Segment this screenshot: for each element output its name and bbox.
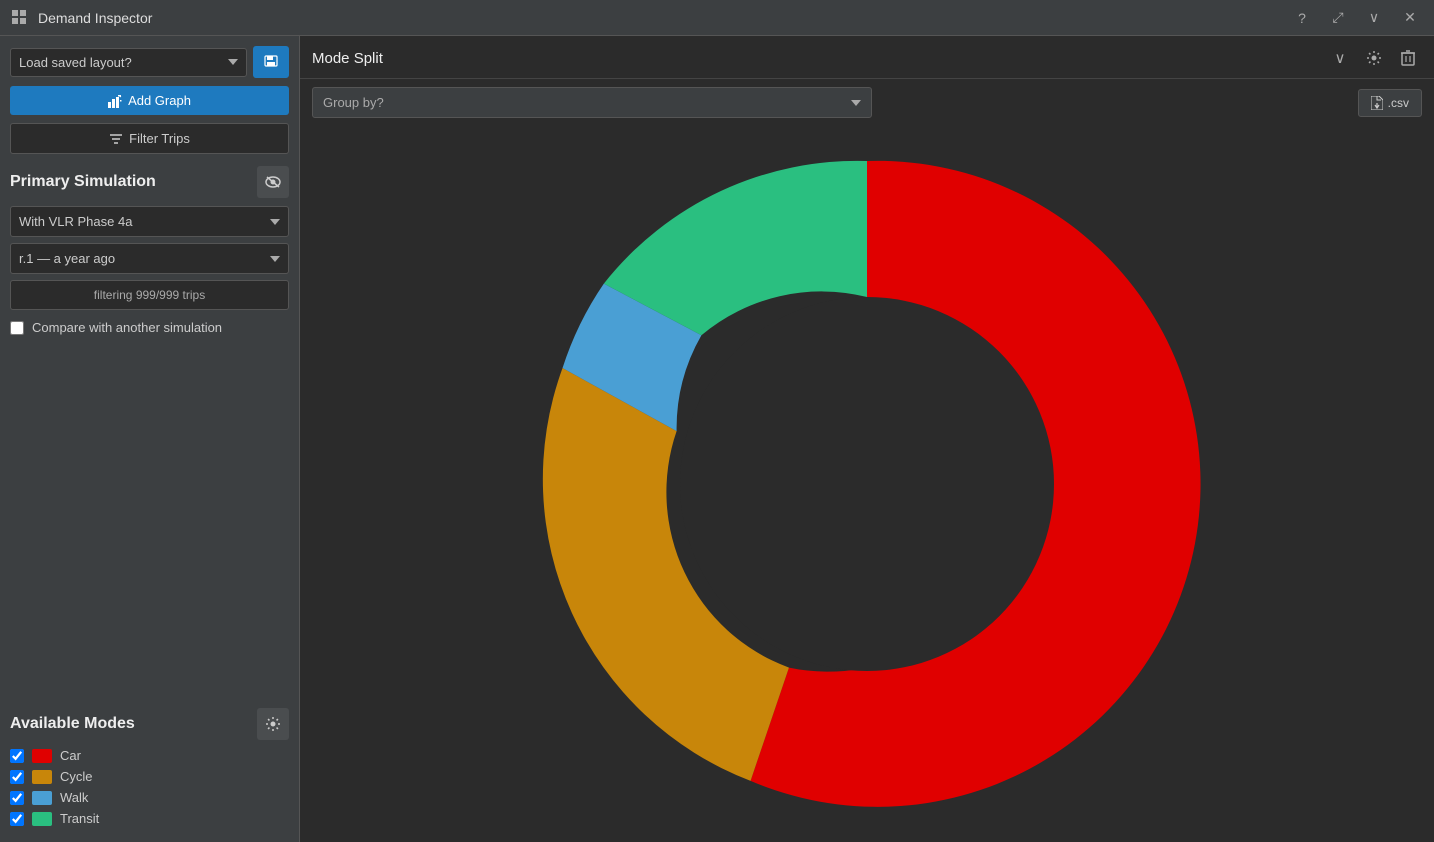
sidebar: Load saved layout? Add Graph [0, 36, 300, 842]
chart-settings-button[interactable] [1360, 44, 1388, 72]
donut-hole [680, 297, 1054, 671]
mode-color-transit [32, 812, 52, 826]
load-layout-row: Load saved layout? [10, 46, 289, 78]
mode-color-car [32, 749, 52, 763]
mode-label-transit[interactable]: Transit [60, 811, 99, 826]
mode-item: Walk [10, 790, 289, 805]
modes-settings-button[interactable] [257, 708, 289, 740]
save-layout-button[interactable] [253, 46, 289, 78]
compare-row: Compare with another simulation [10, 320, 289, 335]
mode-checkbox-car[interactable] [10, 749, 24, 763]
primary-simulation-header: Primary Simulation [10, 166, 289, 198]
sidebar-spacer [10, 345, 289, 694]
compare-label[interactable]: Compare with another simulation [32, 320, 222, 335]
titlebar: Demand Inspector ? ⤢ ∨ ✕ [0, 0, 1434, 36]
expand-button[interactable]: ⤢ [1324, 4, 1352, 32]
mode-checkbox-cycle[interactable] [10, 770, 24, 784]
filter-trips-button[interactable]: Filter Trips [10, 123, 289, 154]
chevron-button[interactable]: ∨ [1360, 4, 1388, 32]
simulation-select[interactable]: With VLR Phase 4a [10, 206, 289, 237]
mode-label-car[interactable]: Car [60, 748, 81, 763]
mode-color-walk [32, 791, 52, 805]
revision-select[interactable]: r.1 — a year ago [10, 243, 289, 274]
add-graph-button[interactable]: Add Graph [10, 86, 289, 115]
mode-color-cycle [32, 770, 52, 784]
load-layout-select[interactable]: Load saved layout? [10, 48, 247, 77]
chart-content: Mode Split ∨ [300, 36, 1434, 842]
mode-checkbox-walk[interactable] [10, 791, 24, 805]
mode-item: Car [10, 748, 289, 763]
available-modes-title: Available Modes [10, 715, 135, 733]
chart-header: Mode Split ∨ [300, 36, 1434, 79]
mode-item: Transit [10, 811, 289, 826]
available-modes-section: Available Modes Car Cycle Walk [10, 694, 289, 832]
main-layout: Load saved layout? Add Graph [0, 36, 1434, 842]
chart-toolbar: ∨ [1326, 44, 1422, 72]
hide-simulation-button[interactable] [257, 166, 289, 198]
chart-title: Mode Split [312, 50, 383, 67]
close-button[interactable]: ✕ [1396, 4, 1424, 32]
compare-checkbox[interactable] [10, 321, 24, 335]
app-icon [10, 8, 30, 28]
chart-area [300, 126, 1434, 842]
mode-label-cycle[interactable]: Cycle [60, 769, 93, 784]
available-modes-header: Available Modes [10, 708, 289, 740]
window-controls: ? ⤢ ∨ ✕ [1288, 4, 1424, 32]
primary-simulation-title: Primary Simulation [10, 173, 156, 191]
mode-item: Cycle [10, 769, 289, 784]
filter-info: filtering 999/999 trips [10, 280, 289, 310]
chart-chevron-button[interactable]: ∨ [1326, 44, 1354, 72]
chart-delete-button[interactable] [1394, 44, 1422, 72]
donut-svg [527, 144, 1207, 824]
mode-checkbox-transit[interactable] [10, 812, 24, 826]
modes-list: Car Cycle Walk Transit [10, 748, 289, 826]
help-button[interactable]: ? [1288, 4, 1316, 32]
mode-label-walk[interactable]: Walk [60, 790, 88, 805]
group-by-select[interactable]: Group by? [312, 87, 872, 118]
chart-controls: Group by? .csv [300, 79, 1434, 126]
app-title: Demand Inspector [38, 10, 1288, 26]
csv-export-button[interactable]: .csv [1358, 89, 1422, 117]
donut-chart [527, 144, 1207, 824]
